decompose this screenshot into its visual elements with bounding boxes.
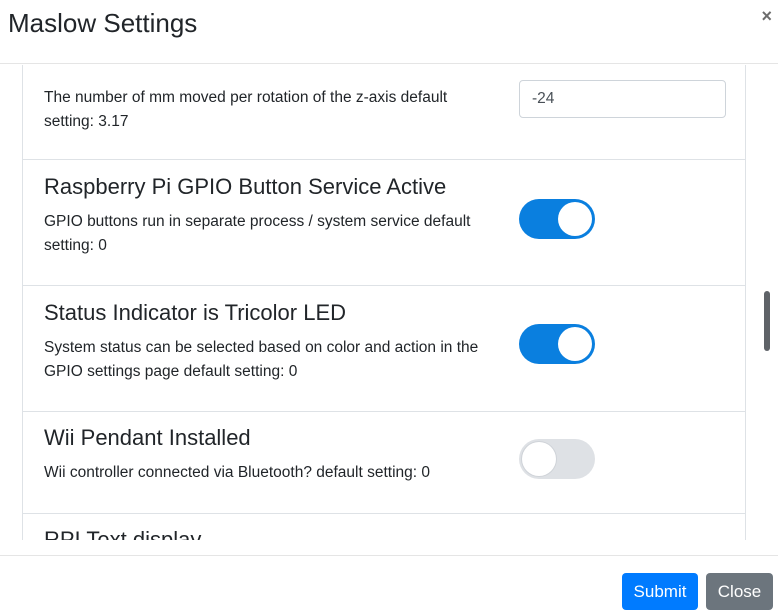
modal-body[interactable]: The number of mm moved per rotation of t… bbox=[0, 65, 778, 540]
wii-pendant-toggle[interactable] bbox=[519, 439, 595, 479]
scrollbar-thumb[interactable] bbox=[764, 291, 770, 351]
toggle-knob bbox=[558, 202, 592, 236]
modal-title: Maslow Settings bbox=[8, 8, 198, 38]
setting-item-tricolor-led: Status Indicator is Tricolor LED System … bbox=[22, 286, 746, 412]
settings-list: The number of mm moved per rotation of t… bbox=[22, 65, 746, 540]
modal-footer: Submit Close bbox=[0, 555, 778, 614]
tricolor-led-toggle[interactable] bbox=[519, 324, 595, 364]
setting-item-rpi-text-display: RPI Text display bbox=[22, 514, 746, 540]
close-icon[interactable]: × bbox=[761, 6, 772, 26]
setting-title: Raspberry Pi GPIO Button Service Active bbox=[44, 174, 447, 199]
settings-modal: Maslow Settings × The number of mm moved… bbox=[0, 0, 778, 614]
setting-title: RPI Text display bbox=[44, 527, 202, 540]
close-button[interactable]: Close bbox=[706, 573, 773, 610]
setting-description: Wii controller connected via Bluetooth? … bbox=[44, 464, 431, 481]
setting-description: GPIO buttons run in separate process / s… bbox=[44, 213, 471, 254]
gpio-button-service-toggle[interactable] bbox=[519, 199, 595, 239]
z-axis-pitch-input[interactable] bbox=[519, 80, 726, 118]
setting-title: Wii Pendant Installed bbox=[44, 425, 251, 450]
setting-item-gpio-button-service: Raspberry Pi GPIO Button Service Active … bbox=[22, 160, 746, 286]
submit-button[interactable]: Submit bbox=[622, 573, 698, 610]
setting-description: The number of mm moved per rotation of t… bbox=[44, 89, 448, 130]
modal-header: Maslow Settings × bbox=[0, 0, 778, 64]
toggle-knob bbox=[558, 327, 592, 361]
setting-item-wii-pendant: Wii Pendant Installed Wii controller con… bbox=[22, 412, 746, 514]
setting-description: System status can be selected based on c… bbox=[44, 339, 479, 380]
setting-title: Status Indicator is Tricolor LED bbox=[44, 300, 347, 325]
setting-item-z-axis-pitch: The number of mm moved per rotation of t… bbox=[22, 65, 746, 160]
toggle-knob bbox=[522, 442, 556, 476]
